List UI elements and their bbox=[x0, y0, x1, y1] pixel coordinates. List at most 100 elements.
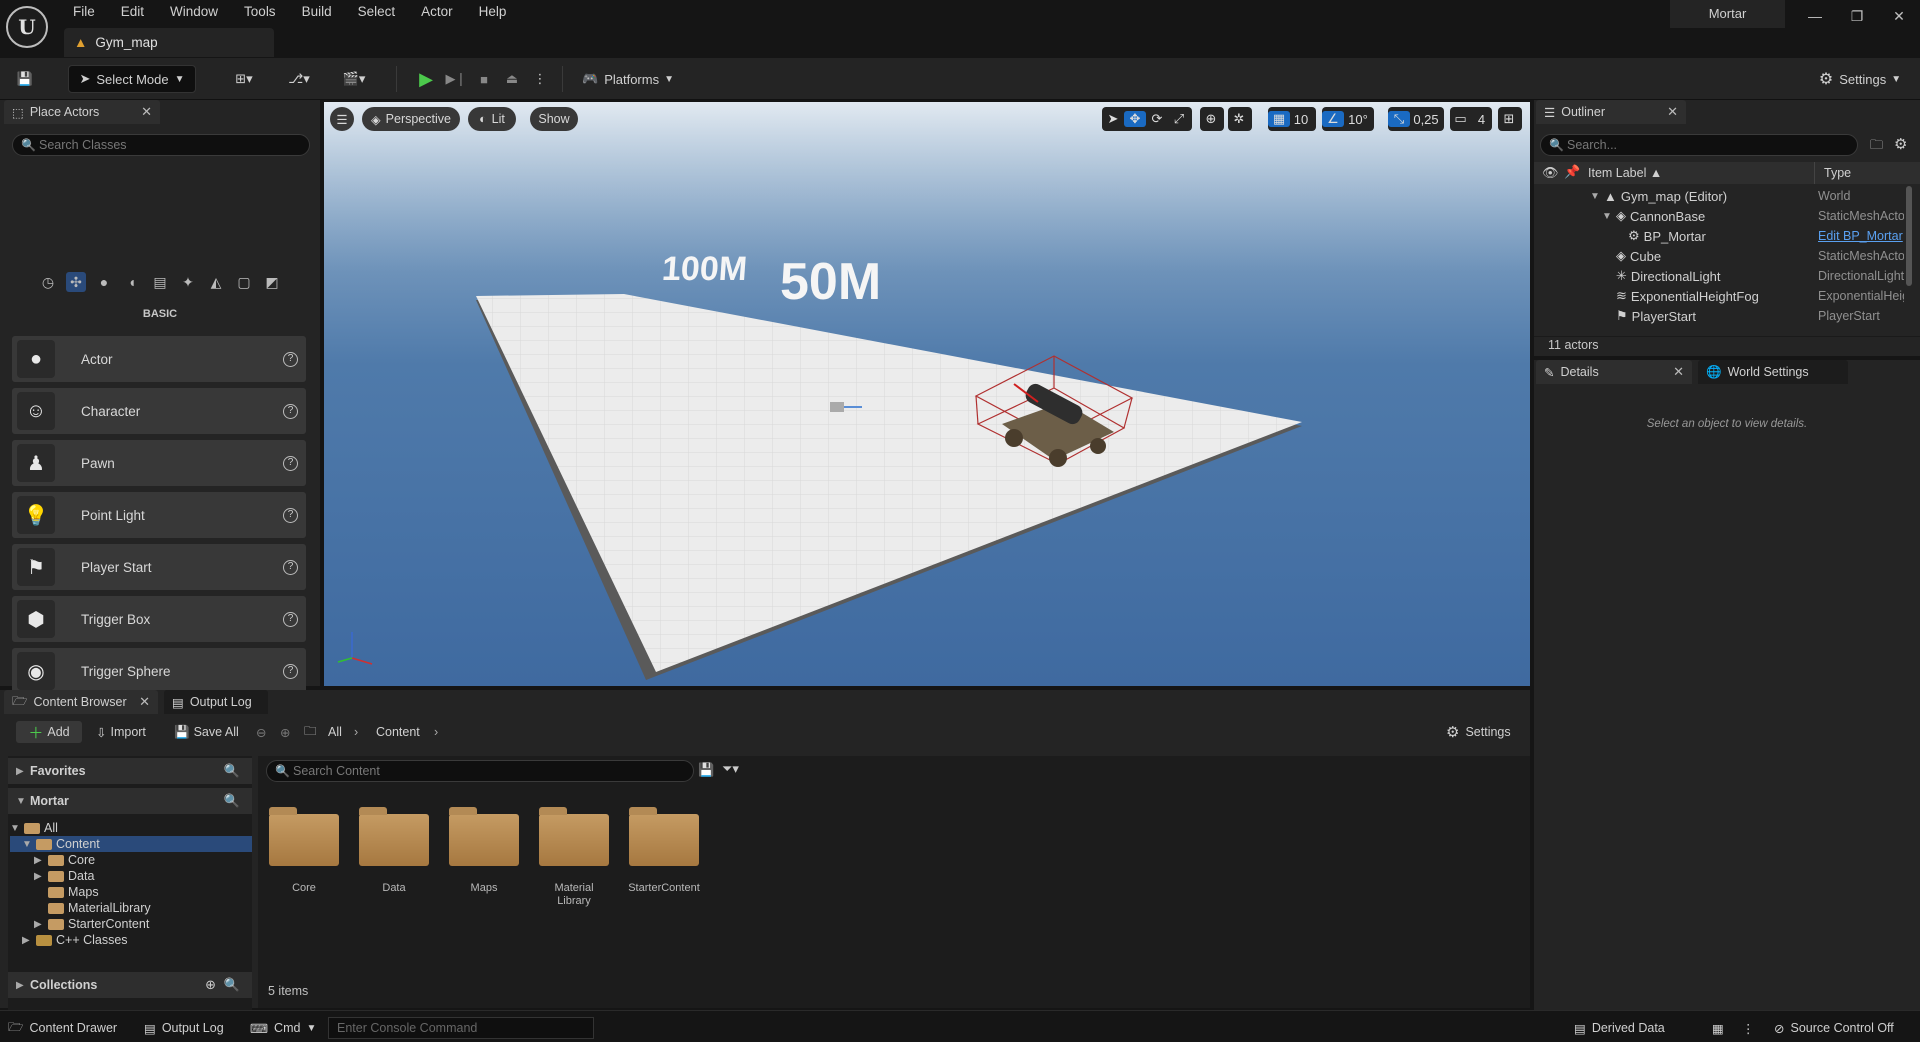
visibility-icon[interactable]: 👁 bbox=[1542, 165, 1559, 181]
help-icon[interactable]: ? bbox=[283, 455, 298, 471]
gear-icon[interactable]: ⚙ bbox=[1894, 135, 1907, 153]
geometry-icon[interactable]: ◭ bbox=[206, 272, 226, 292]
search-icon[interactable]: 🔍 bbox=[224, 793, 240, 809]
output-log-button[interactable]: ▤ Output Log bbox=[144, 1017, 224, 1039]
shapes-icon[interactable]: ◖ bbox=[122, 272, 142, 292]
add-button[interactable]: ＋ Add bbox=[16, 721, 82, 743]
scale-snap-toggle[interactable]: ⤡ 0,25 bbox=[1388, 107, 1444, 131]
content-browser-tab[interactable]: 🗁 Content Browser ✕ bbox=[4, 690, 158, 714]
visual-effects-icon[interactable]: ✦ bbox=[178, 272, 198, 292]
outliner-tab[interactable]: ☰ Outliner ✕ bbox=[1536, 100, 1686, 124]
outliner-row[interactable]: ◈ Cube StaticMeshActor bbox=[1534, 246, 1920, 266]
outliner-row[interactable]: ⚙ BP_Mortar Edit BP_Mortar bbox=[1534, 226, 1920, 246]
menu-edit[interactable]: Edit bbox=[108, 0, 157, 24]
favorites-header[interactable]: ▶ Favorites 🔍 bbox=[8, 758, 252, 784]
folder-core[interactable]: Core bbox=[268, 806, 340, 895]
edit-blueprint-link[interactable]: Edit BP_Mortar bbox=[1818, 229, 1904, 243]
actor-item-trigger-sphere[interactable]: ◉ Trigger Sphere ? bbox=[12, 648, 306, 694]
perspective-button[interactable]: ◈ Perspective bbox=[362, 107, 460, 131]
close-icon[interactable]: ✕ bbox=[1667, 104, 1678, 120]
close-icon[interactable]: ✕ bbox=[139, 694, 150, 710]
chevron-right-icon[interactable]: › bbox=[434, 721, 438, 743]
surface-snap-icon[interactable]: ✲ bbox=[1228, 107, 1252, 131]
add-actor-icon[interactable]: ⊞▾ bbox=[226, 65, 262, 93]
import-button[interactable]: ⇩ Import bbox=[96, 721, 146, 743]
basic-category-icon[interactable]: ✣ bbox=[66, 272, 86, 292]
pin-icon[interactable]: 📌 bbox=[1564, 164, 1580, 180]
breadcrumb-all[interactable]: All bbox=[328, 721, 342, 743]
tree-item-all[interactable]: ▼ All bbox=[10, 820, 58, 836]
search-classes-input[interactable]: 🔍 Search Classes bbox=[12, 134, 310, 156]
details-tab[interactable]: ✎ Details ✕ bbox=[1536, 360, 1692, 384]
help-icon[interactable]: ? bbox=[283, 507, 298, 523]
collections-header[interactable]: ▶ Collections ⊕ 🔍 bbox=[8, 972, 252, 998]
tree-item-maps[interactable]: Maps bbox=[48, 884, 99, 900]
search-content-input[interactable]: 🔍 Search Content bbox=[266, 760, 694, 782]
camera-speed-button[interactable]: ▭ 4 bbox=[1450, 107, 1492, 131]
close-icon[interactable]: ✕ bbox=[1673, 364, 1684, 380]
breadcrumb-content[interactable]: Content bbox=[376, 721, 420, 743]
more-options-icon[interactable]: ⋮ bbox=[1742, 1017, 1755, 1039]
actor-item-actor[interactable]: ● Actor ? bbox=[12, 336, 306, 382]
tree-item-content[interactable]: ▼ Content bbox=[22, 836, 100, 852]
menu-tools[interactable]: Tools bbox=[231, 0, 289, 24]
lights-icon[interactable]: ● bbox=[94, 272, 114, 292]
rotation-snap-toggle[interactable]: ∠ 10° bbox=[1322, 107, 1374, 131]
console-command-input[interactable]: Enter Console Command bbox=[328, 1017, 594, 1039]
platforms-dropdown[interactable]: 🎮 Platforms ▼ bbox=[578, 65, 678, 93]
show-button[interactable]: Show bbox=[530, 107, 578, 131]
cinematics-icon[interactable]: 🎬▾ bbox=[334, 65, 374, 93]
folder-icon[interactable]: 🗀 bbox=[304, 721, 317, 743]
minimize-icon[interactable]: — bbox=[1800, 4, 1830, 28]
place-actors-tab[interactable]: ⬚ Place Actors ✕ bbox=[4, 100, 160, 124]
expand-arrow-icon[interactable]: ▼ bbox=[1602, 211, 1616, 222]
tree-item-data[interactable]: ▶ Data bbox=[34, 868, 94, 884]
menu-window[interactable]: Window bbox=[157, 0, 231, 24]
expand-arrow-icon[interactable]: ▼ bbox=[1590, 191, 1604, 202]
folder-starter-content[interactable]: StarterContent bbox=[628, 806, 700, 895]
save-search-icon[interactable]: 💾 bbox=[698, 762, 714, 778]
revision-icon[interactable]: ▦ bbox=[1712, 1017, 1724, 1039]
menu-select[interactable]: Select bbox=[345, 0, 409, 24]
all-classes-icon[interactable]: ◩ bbox=[262, 272, 282, 292]
outliner-row[interactable]: ▼ ▲ Gym_map (Editor) World bbox=[1534, 186, 1920, 206]
step-icon[interactable]: ▶❘ bbox=[444, 65, 468, 93]
map-tab[interactable]: ▲ Gym_map bbox=[64, 28, 274, 57]
search-icon[interactable]: 🔍 bbox=[224, 763, 240, 779]
help-icon[interactable]: ? bbox=[283, 351, 298, 367]
rotate-icon[interactable]: ⟳ bbox=[1146, 111, 1168, 127]
derived-data-button[interactable]: ▤ Derived Data bbox=[1574, 1017, 1665, 1039]
menu-help[interactable]: Help bbox=[466, 0, 520, 24]
forward-icon[interactable]: ⊕ bbox=[280, 721, 290, 743]
actor-item-pawn[interactable]: ♟ Pawn ? bbox=[12, 440, 306, 486]
stop-icon[interactable]: ■ bbox=[472, 65, 496, 93]
recent-icon[interactable]: ◷ bbox=[38, 272, 58, 292]
menu-actor[interactable]: Actor bbox=[408, 0, 466, 24]
save-icon[interactable]: 💾 bbox=[12, 65, 38, 93]
back-icon[interactable]: ⊖ bbox=[256, 721, 266, 743]
add-folder-icon[interactable]: 🗀 bbox=[1870, 136, 1883, 158]
outliner-scrollbar[interactable] bbox=[1906, 186, 1912, 286]
world-settings-tab[interactable]: 🌐 World Settings bbox=[1698, 360, 1848, 384]
grid-snap-toggle[interactable]: ▦ 10 bbox=[1268, 107, 1316, 131]
close-icon[interactable]: ✕ bbox=[141, 104, 152, 120]
tree-item-cpp-classes[interactable]: ▶ C++ Classes bbox=[22, 932, 128, 948]
select-mode-dropdown[interactable]: ➤ Select Mode ▼ bbox=[68, 65, 196, 93]
help-icon[interactable]: ? bbox=[283, 403, 298, 419]
help-icon[interactable]: ? bbox=[283, 663, 298, 679]
filter-icon[interactable]: ⏷▾ bbox=[722, 761, 739, 777]
actor-item-player-start[interactable]: ⚑ Player Start ? bbox=[12, 544, 306, 590]
blueprint-icon[interactable]: ⎇▾ bbox=[280, 65, 318, 93]
outliner-row[interactable]: ▼ ◈ CannonBase StaticMeshActor bbox=[1534, 206, 1920, 226]
help-icon[interactable]: ? bbox=[283, 611, 298, 627]
search-icon[interactable]: 🔍 bbox=[224, 977, 240, 993]
cmd-dropdown[interactable]: ⌨ Cmd ▼ bbox=[250, 1017, 316, 1039]
outliner-search-input[interactable]: 🔍 Search... bbox=[1540, 134, 1858, 156]
unreal-logo-icon[interactable]: U bbox=[6, 6, 48, 48]
close-icon[interactable]: ✕ bbox=[1884, 4, 1914, 28]
restore-icon[interactable]: ❐ bbox=[1842, 4, 1872, 28]
level-viewport[interactable]: 100M 50M ☰ ◈ Perspective ◐ Lit Show ➤ ✥ … bbox=[324, 102, 1530, 686]
outliner-row[interactable]: ✳ DirectionalLight DirectionalLight bbox=[1534, 266, 1920, 286]
select-icon[interactable]: ➤ bbox=[1102, 111, 1124, 127]
viewport-menu-icon[interactable]: ☰ bbox=[330, 107, 354, 131]
